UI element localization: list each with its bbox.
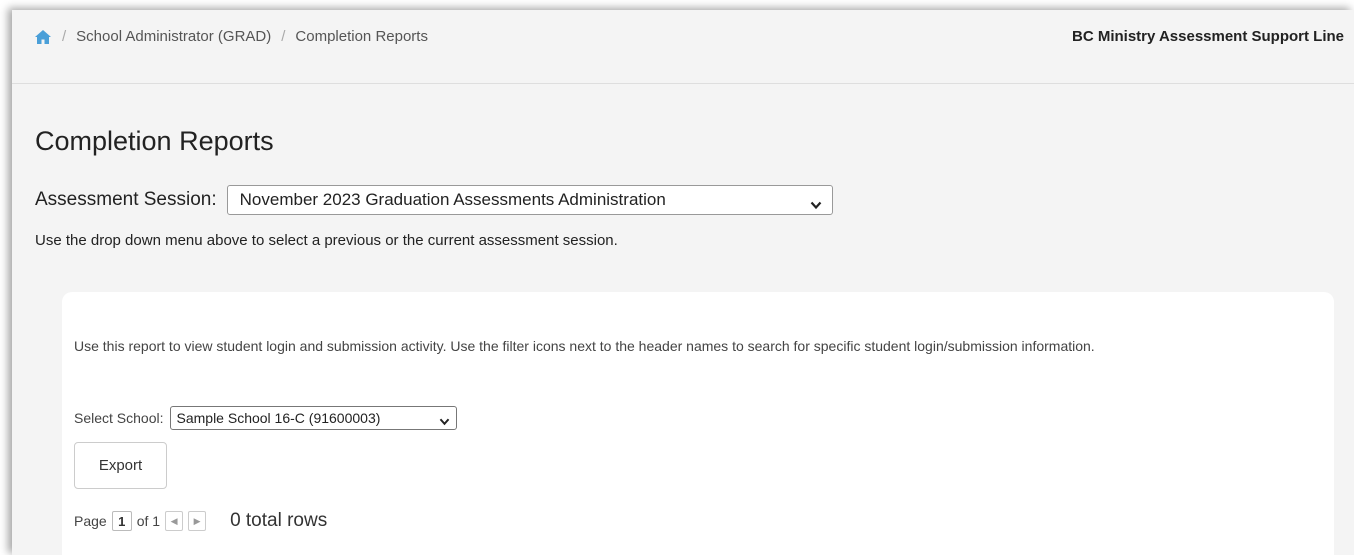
total-rows: 0 total rows: [230, 510, 328, 531]
school-label: Select School:: [74, 410, 164, 426]
breadcrumb-separator: /: [62, 28, 67, 45]
breadcrumb: / School Administrator (GRAD) / Completi…: [34, 28, 428, 45]
school-select[interactable]: Sample School 16-C (91600003): [169, 406, 457, 430]
chevron-left-icon: ◀: [170, 515, 178, 526]
page-title: Completion Reports: [35, 126, 274, 156]
school-row: Select School: Sample School 16-C (91600…: [74, 406, 457, 430]
breadcrumb-separator: /: [281, 28, 286, 45]
chevron-right-icon: ▶: [193, 515, 201, 526]
breadcrumb-school-administrator[interactable]: School Administrator (GRAD): [76, 28, 271, 45]
screen: / School Administrator (GRAD) / Completi…: [0, 0, 1354, 555]
report-card: Use this report to view student login an…: [62, 292, 1334, 555]
top-bar: / School Administrator (GRAD) / Completi…: [12, 10, 1354, 84]
session-select-value: November 2023 Graduation Assessments Adm…: [239, 190, 666, 209]
pagination: Page 1 of 1 ◀ ▶ 0 total rows: [74, 510, 327, 532]
breadcrumb-completion-reports: Completion Reports: [295, 28, 428, 45]
app-window: / School Administrator (GRAD) / Completi…: [12, 10, 1354, 555]
session-row: Assessment Session: November 2023 Gradua…: [35, 185, 833, 215]
chevron-down-icon: [810, 195, 822, 210]
current-page-input[interactable]: 1: [111, 511, 132, 531]
page-label: Page: [74, 513, 107, 529]
next-page-button[interactable]: ▶: [188, 511, 207, 531]
session-label: Assessment Session:: [35, 189, 217, 210]
chevron-down-icon: [439, 413, 451, 426]
report-description: Use this report to view student login an…: [74, 338, 1095, 354]
school-select-value: Sample School 16-C (91600003): [176, 410, 381, 426]
home-icon[interactable]: [34, 29, 52, 45]
previous-page-button[interactable]: ◀: [165, 511, 184, 531]
export-button[interactable]: Export: [74, 442, 167, 489]
session-select[interactable]: November 2023 Graduation Assessments Adm…: [226, 185, 833, 215]
support-line-link[interactable]: BC Ministry Assessment Support Line: [1072, 28, 1344, 45]
session-help-text: Use the drop down menu above to select a…: [35, 232, 618, 249]
page-count: of 1: [136, 513, 161, 529]
